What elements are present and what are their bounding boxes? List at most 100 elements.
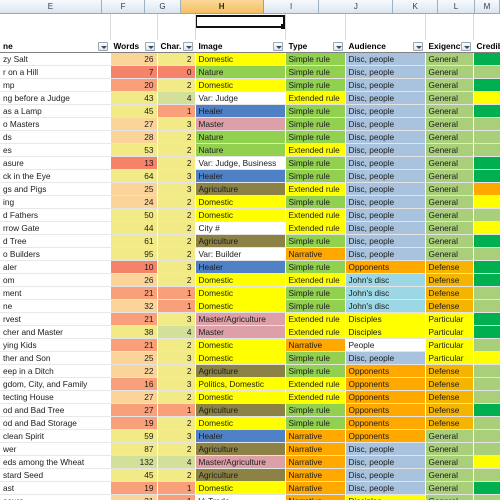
cell-char[interactable]: 3	[157, 117, 195, 131]
cell-type[interactable]: Extended rule	[285, 325, 345, 339]
cell-exigency[interactable]: General	[425, 117, 473, 131]
cell-words[interactable]: 21	[110, 312, 157, 326]
table-row[interactable]: ing 24 2 Domestic Simple rule Disc, people Gen…	[0, 195, 500, 209]
cell-name[interactable]: ment	[0, 286, 110, 300]
cell-exigency[interactable]: General	[425, 455, 473, 469]
cell-words[interactable]: 28	[110, 130, 157, 144]
cell-words[interactable]: 27	[110, 117, 157, 131]
cell-credib[interactable]: 3	[473, 299, 500, 313]
cell-name[interactable]: cher and Master	[0, 325, 110, 339]
active-cell-H[interactable]	[195, 15, 286, 29]
cell-words[interactable]: 64	[110, 169, 157, 183]
cell-credib[interactable]: 3	[473, 117, 500, 131]
cell-type[interactable]: Extended rule	[285, 208, 345, 222]
cell-name[interactable]: asure	[0, 156, 110, 170]
cell-image[interactable]: Master/Agriculture	[195, 312, 285, 326]
table-row[interactable]: rvest 21 3 Master/Agriculture Extended rule D…	[0, 312, 500, 326]
cell-char[interactable]: 2	[157, 390, 195, 404]
column-header-K[interactable]: K	[393, 0, 438, 13]
cell-name[interactable]: tecting House	[0, 390, 110, 404]
column-header-strip[interactable]: E F G H I J K L M	[0, 0, 500, 14]
header-exigency[interactable]: Exigency	[425, 40, 473, 53]
cell-audience[interactable]: Disc, people	[345, 156, 425, 170]
cell-image[interactable]: Domestic	[195, 273, 285, 287]
cell-type[interactable]: Simple rule	[285, 299, 345, 313]
cell-exigency[interactable]: Defense	[425, 286, 473, 300]
table-row[interactable]: clean Spirit 59 3 Healer Narrative Opponents G…	[0, 429, 500, 443]
cell-credib[interactable]: 4	[473, 169, 500, 183]
cell-audience[interactable]: Disc, people	[345, 234, 425, 248]
cell-words[interactable]: 132	[110, 455, 157, 469]
cell-words[interactable]: 53	[110, 143, 157, 157]
cell-name[interactable]: rvest	[0, 312, 110, 326]
cell-exigency[interactable]: General	[425, 182, 473, 196]
cell-words[interactable]: 27	[110, 403, 157, 417]
column-header-G[interactable]: G	[145, 0, 181, 13]
cell-words[interactable]: 59	[110, 429, 157, 443]
cell-exigency[interactable]: Defense	[425, 403, 473, 417]
cell-audience[interactable]: People	[345, 338, 425, 352]
table-row[interactable]: es 53 2 Nature Extended rule Disc, people Gene…	[0, 143, 500, 157]
cell-image[interactable]: Nature	[195, 143, 285, 157]
table-row[interactable]: d Fathers 50 2 Domestic Extended rule Disc, p…	[0, 208, 500, 222]
cell-char[interactable]: 2	[157, 208, 195, 222]
cell-char[interactable]: 2	[157, 130, 195, 144]
cell-type[interactable]: Simple rule	[285, 169, 345, 183]
cell-type[interactable]: Narrative	[285, 468, 345, 482]
cell-exigency[interactable]: Defense	[425, 364, 473, 378]
cell-type[interactable]: Extended rule	[285, 221, 345, 235]
cell-words[interactable]: 43	[110, 91, 157, 105]
cell-credib[interactable]: 3	[473, 286, 500, 300]
cell-audience[interactable]: Disc, people	[345, 52, 425, 66]
empty-rows-band[interactable]	[0, 14, 500, 40]
cell-name[interactable]: ng before a Judge	[0, 91, 110, 105]
cell-audience[interactable]: Disc, people	[345, 351, 425, 365]
cell-credib[interactable]: 3	[473, 65, 500, 79]
cell-words[interactable]: 26	[110, 273, 157, 287]
cell-type[interactable]: Simple rule	[285, 416, 345, 430]
cell-type[interactable]: Simple rule	[285, 364, 345, 378]
cell-name[interactable]: ne	[0, 299, 110, 313]
cell-credib[interactable]: 3	[473, 416, 500, 430]
cell-exigency[interactable]: General	[425, 442, 473, 456]
cell-credib[interactable]: 3	[473, 377, 500, 391]
cell-audience[interactable]: Disc, people	[345, 195, 425, 209]
table-row[interactable]: gs and Pigs 25 3 Agriculture Extended rule Di…	[0, 182, 500, 196]
cell-audience[interactable]: Disciples	[345, 312, 425, 326]
cell-char[interactable]: 3	[157, 429, 195, 443]
cell-audience[interactable]: Disciples	[345, 494, 425, 500]
cell-char[interactable]: 2	[157, 195, 195, 209]
cell-credib[interactable]: 3	[473, 494, 500, 500]
cell-type[interactable]: Narrative	[285, 455, 345, 469]
cell-audience[interactable]: Disc, people	[345, 247, 425, 261]
cell-audience[interactable]: Disc, people	[345, 481, 425, 495]
cell-image[interactable]: Healer	[195, 429, 285, 443]
cell-credib[interactable]: 3	[473, 390, 500, 404]
cell-image[interactable]: City #	[195, 221, 285, 235]
cell-exigency[interactable]: General	[425, 130, 473, 144]
cell-char[interactable]: 4	[157, 91, 195, 105]
cell-image[interactable]: Domestic	[195, 286, 285, 300]
cell-audience[interactable]: Disc, people	[345, 182, 425, 196]
cell-char[interactable]: 3	[157, 260, 195, 274]
cell-type[interactable]: Extended rule	[285, 273, 345, 287]
cell-image[interactable]: Domestic	[195, 390, 285, 404]
cell-words[interactable]: 24	[110, 195, 157, 209]
filter-dropdown-icon[interactable]	[97, 42, 108, 51]
cell-image[interactable]: Healer	[195, 169, 285, 183]
cell-credib[interactable]: 2	[473, 351, 500, 365]
table-row[interactable]: od and Bad Storage 19 2 Domestic Simple rule…	[0, 416, 500, 430]
table-row[interactable]: asure311V: TradeNarrativeDisciplesGenera…	[0, 494, 500, 500]
table-row[interactable]: d Tree 61 2 Agriculture Simple rule Disc, peo…	[0, 234, 500, 248]
cell-exigency[interactable]: Defense	[425, 377, 473, 391]
table-row[interactable]: ne 32 1 Domestic Simple rule John's disc Defen…	[0, 299, 500, 313]
cell-name[interactable]: eep in a Ditch	[0, 364, 110, 378]
cell-credib[interactable]: 4	[473, 481, 500, 495]
cell-image[interactable]: Nature	[195, 130, 285, 144]
cell-char[interactable]: 1	[157, 286, 195, 300]
cell-image[interactable]: Agriculture	[195, 442, 285, 456]
cell-exigency[interactable]: General	[425, 52, 473, 66]
table-row[interactable]: ying Kids 21 2 Domestic Narrative People Parti…	[0, 338, 500, 352]
cell-audience[interactable]: Disc, people	[345, 130, 425, 144]
cell-audience[interactable]: Opponents	[345, 260, 425, 274]
